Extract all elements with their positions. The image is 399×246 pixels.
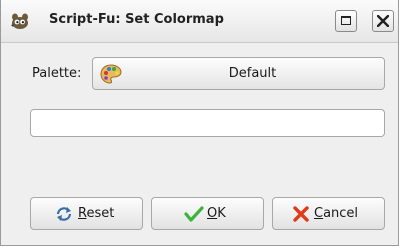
maximize-icon	[341, 16, 351, 25]
reset-label: Reset	[78, 206, 115, 221]
palette-label: Palette:	[32, 66, 82, 81]
reset-button[interactable]: Reset	[30, 197, 143, 230]
window-title: Script-Fu: Set Colormap	[49, 12, 224, 27]
text-entry-input[interactable]	[31, 110, 384, 136]
reset-icon	[55, 206, 73, 226]
maximize-button[interactable]	[335, 10, 357, 32]
text-entry-field[interactable]	[30, 109, 385, 137]
dialog-window: Script-Fu: Set Colormap Palette: Default	[0, 0, 399, 246]
ok-button[interactable]: OK	[151, 197, 264, 230]
close-button[interactable]	[372, 10, 394, 32]
palette-value: Default	[228, 66, 277, 81]
title-bar[interactable]: Script-Fu: Set Colormap	[1, 0, 398, 43]
checkmark-icon	[184, 206, 204, 226]
close-icon	[377, 15, 389, 27]
ok-label: OK	[207, 206, 226, 221]
cancel-button[interactable]: Cancel	[272, 197, 385, 230]
cancel-x-icon	[293, 206, 309, 226]
gimp-wilber-icon	[9, 11, 29, 31]
cancel-label: Cancel	[314, 206, 359, 221]
palette-select-button[interactable]: Default	[92, 57, 385, 90]
